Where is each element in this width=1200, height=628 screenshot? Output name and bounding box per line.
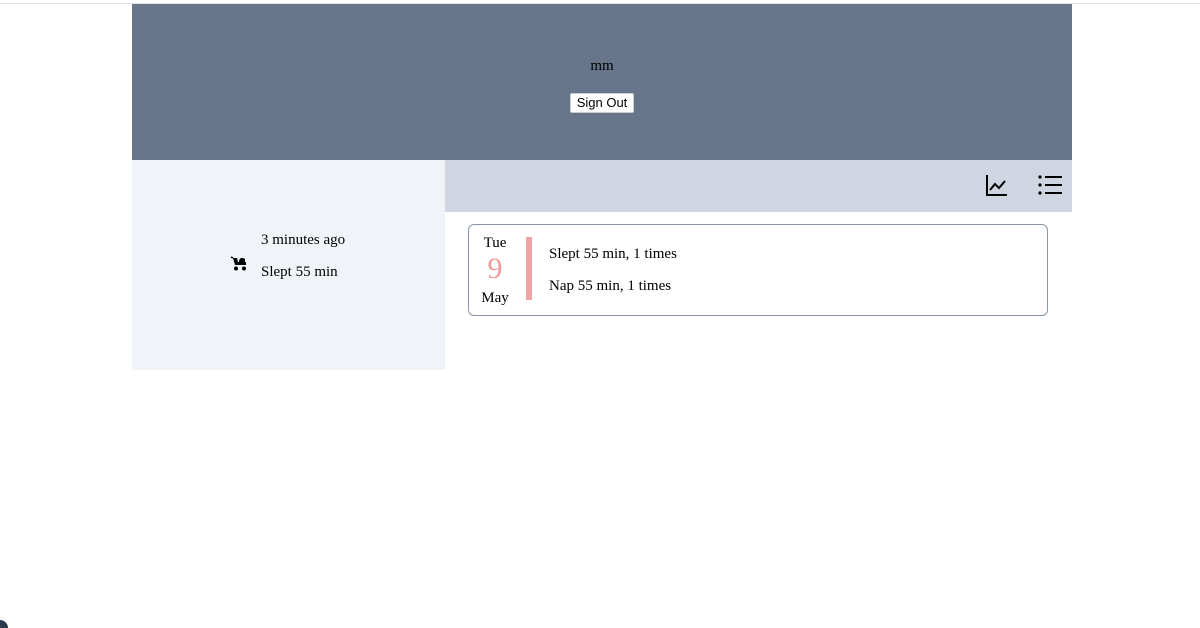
accent-bar	[526, 237, 532, 300]
chart-icon[interactable]	[985, 173, 1009, 197]
last-event-time: 3 minutes ago	[261, 232, 346, 248]
list-icon[interactable]	[1037, 173, 1063, 197]
weekday: Tue	[483, 235, 507, 251]
nap-summary: Nap 55 min, 1 times	[549, 278, 672, 294]
sleep-summary: Slept 55 min, 1 times	[549, 246, 677, 262]
app-container: mm Sign Out 3 minutes ago Slept 55 min T…	[132, 4, 1072, 370]
window-corner	[0, 620, 8, 628]
stroller-icon	[230, 256, 246, 271]
month: May	[481, 290, 509, 306]
day-number: 9	[487, 252, 503, 285]
header: mm Sign Out	[132, 4, 1072, 160]
sign-out-button[interactable]: Sign Out	[569, 93, 635, 113]
last-sleep-duration: Slept 55 min	[261, 264, 338, 280]
content: 3 minutes ago Slept 55 min Tue 9 May Sle…	[132, 160, 1072, 370]
toolbar	[445, 160, 1072, 212]
username: mm	[590, 58, 614, 74]
main-panel: Tue 9 May Slept 55 min, 1 times Nap 55 m…	[445, 160, 1072, 370]
date-column: Tue 9 May	[469, 225, 521, 315]
day-card[interactable]: Tue 9 May Slept 55 min, 1 times Nap 55 m…	[468, 224, 1048, 316]
sidebar: 3 minutes ago Slept 55 min	[132, 160, 445, 370]
